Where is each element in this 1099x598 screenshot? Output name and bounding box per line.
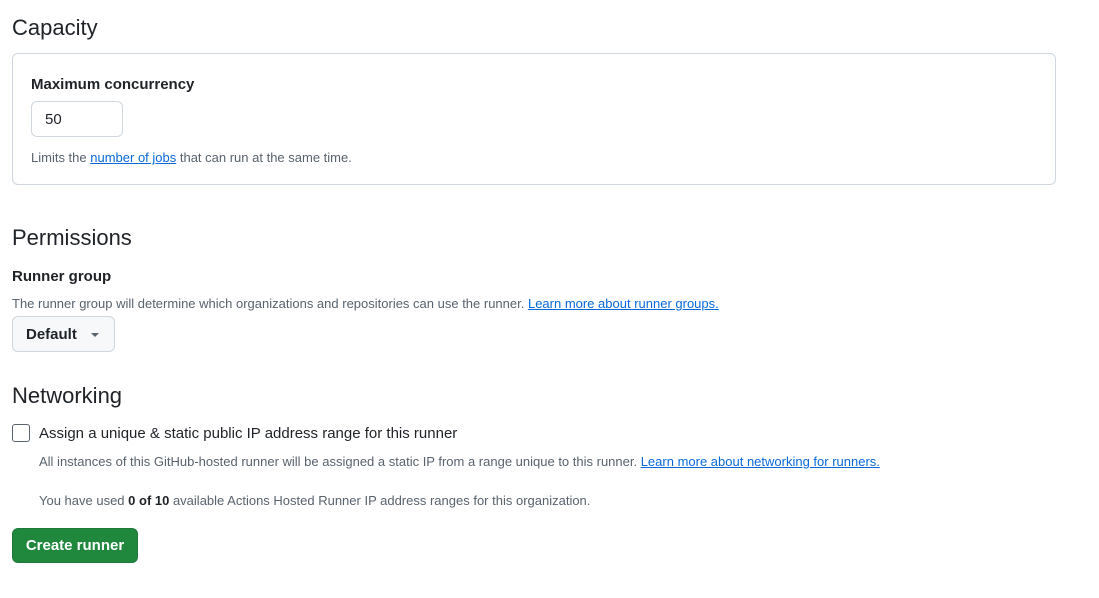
static-ip-checkbox-label[interactable]: Assign a unique & static public IP addre… [39,425,457,442]
static-ip-hint-text: All instances of this GitHub-hosted runn… [39,454,641,469]
runner-groups-learn-more-link[interactable]: Learn more about runner groups. [528,296,719,311]
capacity-heading: Capacity [12,15,98,40]
max-concurrency-label: Maximum concurrency [31,76,195,93]
permissions-heading: Permissions [12,225,132,250]
ip-range-usage-text: You have used 0 of 10 available Actions … [39,493,590,508]
static-ip-hint: All instances of this GitHub-hosted runn… [39,454,880,469]
networking-heading: Networking [12,383,123,408]
runner-group-dropdown[interactable]: Default [12,316,115,352]
usage-suffix: available Actions Hosted Runner IP addre… [169,493,591,508]
capacity-panel: Maximum concurrency Limits the number of… [12,53,1056,185]
runner-group-hint-text: The runner group will determine which or… [12,296,528,311]
usage-count: 0 of 10 [128,493,170,508]
hint-suffix: that can run at the same time. [176,150,352,165]
number-of-jobs-link[interactable]: number of jobs [90,150,176,165]
max-concurrency-hint: Limits the number of jobs that can run a… [31,150,352,165]
runner-group-selected: Default [26,325,77,343]
runner-group-hint: The runner group will determine which or… [12,296,719,311]
networking-learn-more-link[interactable]: Learn more about networking for runners. [641,454,880,469]
create-runner-button[interactable]: Create runner [12,528,138,563]
triangle-down-icon [90,333,99,337]
hint-prefix: Limits the [31,150,91,165]
static-ip-checkbox[interactable] [12,424,30,442]
runner-group-label: Runner group [12,268,112,285]
usage-prefix: You have used [39,493,129,508]
max-concurrency-input[interactable] [31,101,123,137]
